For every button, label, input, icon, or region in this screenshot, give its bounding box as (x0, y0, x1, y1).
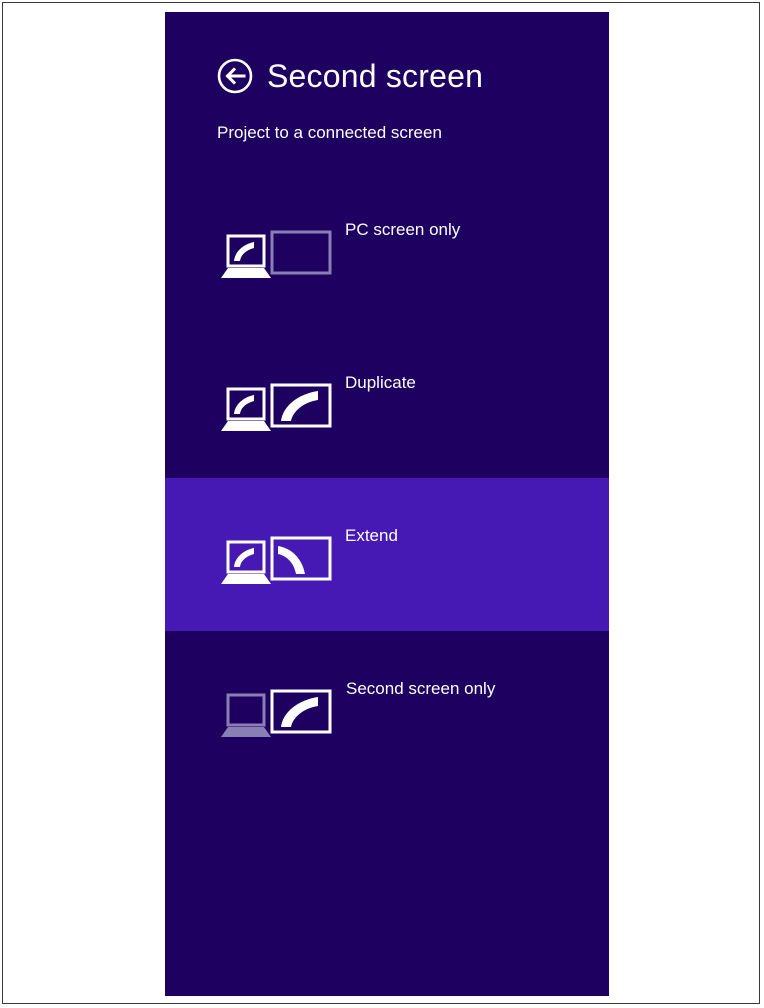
extend-icon (221, 536, 332, 584)
option-duplicate[interactable]: Duplicate (165, 325, 609, 478)
option-label: Duplicate (345, 373, 416, 392)
option-pc-screen-only[interactable]: PC screen only (165, 172, 609, 325)
option-second-screen-only[interactable]: Second screen only (165, 631, 609, 784)
option-extend[interactable]: Extend (165, 478, 609, 631)
page-title: Second screen (267, 57, 484, 94)
pc-screen-only-icon (221, 230, 332, 278)
panel-header: Second screen (217, 56, 483, 96)
back-arrow-icon[interactable] (217, 58, 253, 94)
second-screen-only-icon (221, 689, 332, 737)
option-label: Extend (345, 526, 398, 545)
page-subtitle: Project to a connected screen (217, 123, 442, 142)
second-screen-panel: Second screen Project to a connected scr… (165, 12, 609, 996)
option-label: Second screen only (346, 679, 496, 698)
option-label: PC screen only (345, 220, 461, 239)
duplicate-icon (221, 383, 332, 431)
